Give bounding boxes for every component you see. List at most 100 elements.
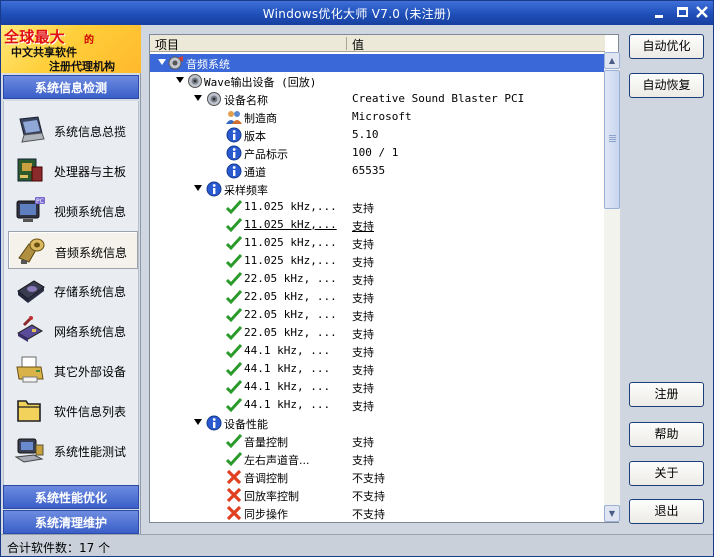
logo-banner[interactable]: 全球最大 的 中文共享软件 注册代理机构: [1, 25, 141, 73]
exit-button[interactable]: 退出: [629, 499, 704, 524]
tree-row-value: 支持: [352, 382, 374, 395]
tree-row-name: 44.1 kHz, ...: [244, 398, 331, 411]
tree-row[interactable]: 产品标示 100 / 1: [150, 144, 605, 162]
tree-row-name: 44.1 kHz, ...: [244, 380, 331, 393]
tree-row-value: 支持: [352, 346, 374, 359]
tree-row[interactable]: 回放率控制 不支持: [150, 486, 605, 504]
nav-item-storage[interactable]: 存储系统信息: [8, 271, 138, 309]
tree-row-name: 22.05 kHz, ...: [244, 290, 337, 303]
tree-row-name: 版本: [244, 130, 266, 143]
monitor-icon: PC: [14, 195, 46, 225]
vertical-scrollbar[interactable]: ▲ ▼: [604, 52, 620, 522]
title-bar[interactable]: Windows优化大师 V7.0 (未注册): [1, 1, 713, 25]
nav-label-perf-test: 系统性能测试: [54, 445, 127, 459]
tree-row[interactable]: 22.05 kHz, ... 支持: [150, 306, 605, 324]
nav-item-audio[interactable]: 音频系统信息: [8, 231, 138, 269]
maximize-icon[interactable]: [674, 5, 690, 20]
column-value-header[interactable]: 值: [352, 36, 364, 53]
tree-row[interactable]: Wave输出设备 (回放): [150, 72, 605, 90]
tree-row-name: 回放率控制: [244, 490, 299, 503]
auto-restore-button[interactable]: 自动恢复: [629, 73, 704, 98]
check-icon: [225, 379, 243, 395]
expand-toggle-icon[interactable]: [158, 59, 166, 65]
about-button[interactable]: 关于: [629, 461, 704, 486]
tree-row[interactable]: 通道 65535: [150, 162, 605, 180]
check-icon: [225, 289, 243, 305]
tree-row[interactable]: 11.025 kHz,... 支持: [150, 216, 605, 234]
nav-item-cpu-board[interactable]: 处理器与主板: [8, 151, 138, 189]
scroll-up-icon[interactable]: ▲: [604, 52, 620, 69]
tree-row[interactable]: 同步操作 不支持: [150, 504, 605, 522]
info-tree[interactable]: 项目 值 音频系统 Wave输出设备 (回放) 设备名称 Creative Sound…: [149, 34, 620, 523]
auto-optimize-button[interactable]: 自动优化: [629, 34, 704, 59]
nav-item-external[interactable]: 其它外部设备: [8, 351, 138, 389]
tree-row[interactable]: 44.1 kHz, ... 支持: [150, 378, 605, 396]
tree-row[interactable]: 11.025 kHz,... 支持: [150, 198, 605, 216]
check-icon: [225, 235, 243, 251]
help-button[interactable]: 帮助: [629, 422, 704, 447]
tree-row-value: 支持: [352, 238, 374, 251]
scroll-thumb[interactable]: [604, 70, 620, 209]
tree-row[interactable]: 22.05 kHz, ... 支持: [150, 324, 605, 342]
tree-row-value: 支持: [352, 328, 374, 341]
nav-item-perf-test[interactable]: 系统性能测试: [8, 431, 138, 469]
tree-row[interactable]: 音频系统: [150, 54, 605, 72]
computer-test-icon: [14, 435, 46, 465]
check-icon: [225, 307, 243, 323]
tree-row-name: Wave输出设备 (回放): [204, 76, 317, 89]
nav-item-video[interactable]: PC 视频系统信息: [8, 191, 138, 229]
tree-row-value: 支持: [352, 292, 374, 305]
tree-row-value: 5.10: [352, 128, 379, 141]
audio-system-icon: [168, 55, 184, 71]
nav-item-software[interactable]: 软件信息列表: [8, 391, 138, 429]
minimize-icon[interactable]: [652, 5, 668, 20]
tree-row[interactable]: 11.025 kHz,... 支持: [150, 234, 605, 252]
grip-icon: [609, 135, 616, 136]
section-system-optimize[interactable]: 系统性能优化: [3, 485, 139, 509]
tree-row-value: 100 / 1: [352, 146, 399, 159]
column-item-header[interactable]: 项目: [155, 36, 179, 53]
tree-row-name: 音调控制: [244, 472, 288, 485]
register-button[interactable]: 注册: [629, 382, 704, 407]
tree-row[interactable]: 11.025 kHz,... 支持: [150, 252, 605, 270]
section-system-detect[interactable]: 系统信息检测: [3, 75, 139, 99]
check-icon: [225, 361, 243, 377]
info-icon: [226, 145, 242, 161]
expand-toggle-icon[interactable]: [176, 77, 184, 83]
tree-row[interactable]: 左右声道音... 支持: [150, 450, 605, 468]
check-icon: [225, 199, 243, 215]
tree-row[interactable]: 设备性能: [150, 414, 605, 432]
tree-row[interactable]: 音量控制 支持: [150, 432, 605, 450]
column-separator[interactable]: [346, 37, 347, 50]
section-system-clean[interactable]: 系统清理维护: [3, 510, 139, 534]
tree-row-value: 支持: [352, 310, 374, 323]
tree-row[interactable]: 音调控制 不支持: [150, 468, 605, 486]
scroll-down-icon[interactable]: ▼: [604, 505, 620, 522]
tree-row[interactable]: 版本 5.10: [150, 126, 605, 144]
nav-item-overview[interactable]: 系统信息总揽: [8, 111, 138, 149]
tree-row-name: 制造商: [244, 112, 277, 125]
tree-row[interactable]: 44.1 kHz, ... 支持: [150, 342, 605, 360]
nav-item-network[interactable]: 网络系统信息: [8, 311, 138, 349]
tree-row-name: 音频系统: [186, 58, 230, 71]
expand-toggle-icon[interactable]: [194, 95, 202, 101]
tree-row[interactable]: 22.05 kHz, ... 支持: [150, 270, 605, 288]
tree-row-name: 左右声道音...: [244, 454, 310, 467]
close-icon[interactable]: [694, 5, 710, 20]
expand-toggle-icon[interactable]: [194, 419, 202, 425]
tree-row[interactable]: 采样频率: [150, 180, 605, 198]
tree-row[interactable]: 22.05 kHz, ... 支持: [150, 288, 605, 306]
tree-row[interactable]: 制造商 Microsoft: [150, 108, 605, 126]
tree-row-name: 22.05 kHz, ...: [244, 272, 337, 285]
tree-row-name: 44.1 kHz, ...: [244, 362, 331, 375]
tree-header: 项目 值: [150, 35, 605, 52]
tree-row-name: 采样频率: [224, 184, 268, 197]
status-bar: 合计软件数：17 个: [1, 534, 713, 556]
expand-toggle-icon[interactable]: [194, 185, 202, 191]
tree-row[interactable]: 44.1 kHz, ... 支持: [150, 396, 605, 414]
tree-row[interactable]: 44.1 kHz, ... 支持: [150, 360, 605, 378]
tree-row-value: 65535: [352, 164, 386, 177]
tree-row[interactable]: 设备名称 Creative Sound Blaster PCI: [150, 90, 605, 108]
nav-label-cpu-board: 处理器与主板: [54, 165, 127, 179]
tree-row-value: 支持: [352, 202, 374, 215]
